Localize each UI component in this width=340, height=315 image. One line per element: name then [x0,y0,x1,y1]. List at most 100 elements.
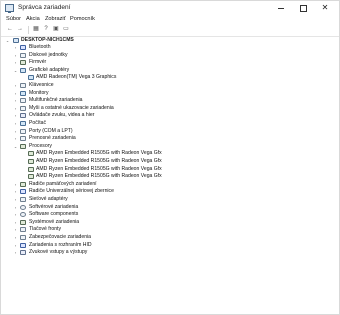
tree-category-label: Bluetooth [29,44,51,50]
tree-category-computer[interactable]: › Počítač [1,120,339,127]
toolbar-separator [28,26,29,34]
forward-icon[interactable]: → [16,26,24,33]
tree-category-label: Myši a ostatné ukazovacie zariadenia [29,104,114,111]
collapse-icon[interactable]: › [13,181,18,188]
collapse-icon[interactable]: › [13,219,18,226]
tree-category-display-adapter[interactable]: ⌄ Grafické adaptéry [1,67,339,74]
expand-icon[interactable]: ⌄ [13,67,18,74]
computer-icon [20,121,26,126]
tree-category-disk[interactable]: › Diskové jednotky [1,52,339,59]
display-adapter-device-icon [28,75,34,81]
tree-device-row[interactable]: AMD Ryzen Embedded R1505G with Radeon Ve… [1,150,339,157]
usb-icon [20,189,26,195]
tree-category-label: Počítač [29,120,46,126]
menu-bar: Súbor Akcia Zobraziť Pomocník [1,15,339,24]
driver-icon[interactable]: ▣ [52,26,60,33]
tree-root-label: DESKTOP-NICH1CMS [21,37,74,43]
tree-category-label: Zvukové vstupy a výstupy [29,249,88,256]
expand-icon[interactable]: ⌄ [13,143,18,150]
tree-category-label: Klávesnice [29,82,54,88]
software-component-icon [20,212,26,218]
device-tree: ⌄ DESKTOP-NICH1CMS › Bluetooth › Diskové je… [1,37,339,314]
collapse-icon[interactable]: › [13,52,18,59]
monitor-icon [20,90,26,96]
collapse-icon[interactable]: › [13,211,18,218]
collapse-icon[interactable]: › [13,135,18,142]
tree-category-label: Software components [29,211,79,218]
tree-category-software-component[interactable]: › Software components [1,211,339,218]
tree-device-row[interactable]: AMD Ryzen Embedded R1505G with Radeon Ve… [1,166,339,173]
collapse-icon[interactable]: › [13,44,18,51]
menu-file[interactable]: Súbor [6,15,21,24]
title-bar: Správca zariadení ✕ [1,1,339,15]
close-button[interactable]: ✕ [315,1,335,15]
tree-category-speaker[interactable]: › Zvukové vstupy a výstupy [1,249,339,256]
processor-device-icon [28,174,34,180]
collapse-icon[interactable]: › [13,97,18,104]
collapse-icon[interactable]: › [13,128,18,135]
software-device-icon [20,204,26,210]
tree-category-portable-device[interactable]: › Prenosné zariadenia [1,135,339,142]
tree-device-row[interactable]: AMD Ryzen Embedded R1505G with Radeon Ve… [1,173,339,180]
collapse-icon[interactable]: › [13,105,18,112]
tree-category-port[interactable]: › Porty (COM a LPT) [1,128,339,135]
tree-category-hid[interactable]: › Zariadenia s rozhraním HID [1,242,339,249]
collapse-icon[interactable]: › [13,188,18,195]
processor-device-icon [28,159,34,164]
tree-device-row[interactable]: AMD Ryzen Embedded R1505G with Radeon Ve… [1,158,339,165]
collapse-icon[interactable]: › [13,59,18,66]
tree-device-label: AMD Ryzen Embedded R1505G with Radeon Ve… [36,150,162,157]
tree-category-label: Radiče pamäťových zariadení [29,180,97,187]
menu-view[interactable]: Zobraziť [45,15,66,24]
tree-category-storage-controller[interactable]: › Radiče pamäťových zariadení [1,181,339,188]
tree-device-label: AMD Ryzen Embedded R1505G with Radeon Ve… [36,173,162,180]
tree-category-software-device[interactable]: › Softvérové zariadenia [1,204,339,211]
tree-category-label: Softvérové zariadenia [29,203,79,210]
tree-category-label: Zabezpečovacie zariadenia [29,234,92,240]
collapse-icon[interactable]: › [13,234,18,241]
tree-category-bluetooth[interactable]: › Bluetooth [1,44,339,51]
back-icon[interactable]: ← [6,26,14,33]
tree-category-multifunction[interactable]: › Multifunkčné zariadenia [1,97,339,104]
tree-category-system-device[interactable]: › Systémové zariadenia [1,219,339,226]
maximize-button[interactable] [293,1,313,15]
collapse-icon[interactable]: › [13,112,18,119]
collapse-icon[interactable]: › [13,242,18,249]
portable-device-icon [20,136,26,142]
tree-category-label: Diskové jednotky [29,51,68,58]
menu-action[interactable]: Akcia [26,15,40,24]
tree-category-mouse[interactable]: › Myši a ostatné ukazovacie zariadenia [1,105,339,112]
collapse-icon[interactable]: › [13,196,18,203]
tree-category-monitor[interactable]: › Monitory [1,90,339,97]
toolbar: ← → ▦ ? ▣ ▭ [1,24,339,37]
collapse-icon[interactable]: › [13,120,18,127]
processor-device-icon [28,166,34,172]
collapse-icon[interactable]: › [13,226,18,233]
help-icon[interactable]: ? [42,26,50,33]
tree-root-row[interactable]: ⌄ DESKTOP-NICH1CMS [1,37,339,44]
network-icon [20,197,26,202]
processor-icon [20,143,26,149]
properties-icon[interactable]: ▦ [32,26,40,33]
collapse-icon[interactable]: › [13,204,18,211]
tree-category-firmware[interactable]: › Firmvér [1,59,339,66]
tree-category-keyboard[interactable]: › Klávesnice [1,82,339,89]
minimize-button[interactable] [271,1,291,15]
tree-category-processor[interactable]: ⌄ Procesory [1,143,339,150]
tree-device-row[interactable]: AMD Radeon(TM) Vega 3 Graphics [1,74,339,81]
monitor-icon[interactable]: ▭ [62,26,70,33]
tree-category-security-device[interactable]: › Zabezpečovacie zariadenia [1,234,339,241]
tree-category-printer[interactable]: › Tlačové fronty [1,226,339,233]
root-expand-icon[interactable]: ⌄ [5,37,10,44]
tree-category-label: Prenosné zariadenia [29,135,76,142]
mouse-icon [20,105,26,111]
collapse-icon[interactable]: › [13,90,18,97]
menu-help[interactable]: Pomocník [70,15,95,24]
collapse-icon[interactable]: › [13,82,18,89]
tree-category-audio[interactable]: › Ovládače zvuku, videa a hier [1,112,339,119]
tree-category-usb[interactable]: › Radiče Univerzálnej sériovej zbernice [1,188,339,195]
tree-category-label: Multifunkčné zariadenia [29,97,83,104]
tree-category-network[interactable]: › Sieťové adaptéry [1,196,339,203]
collapse-icon[interactable]: › [13,249,18,256]
speaker-icon [20,250,26,256]
